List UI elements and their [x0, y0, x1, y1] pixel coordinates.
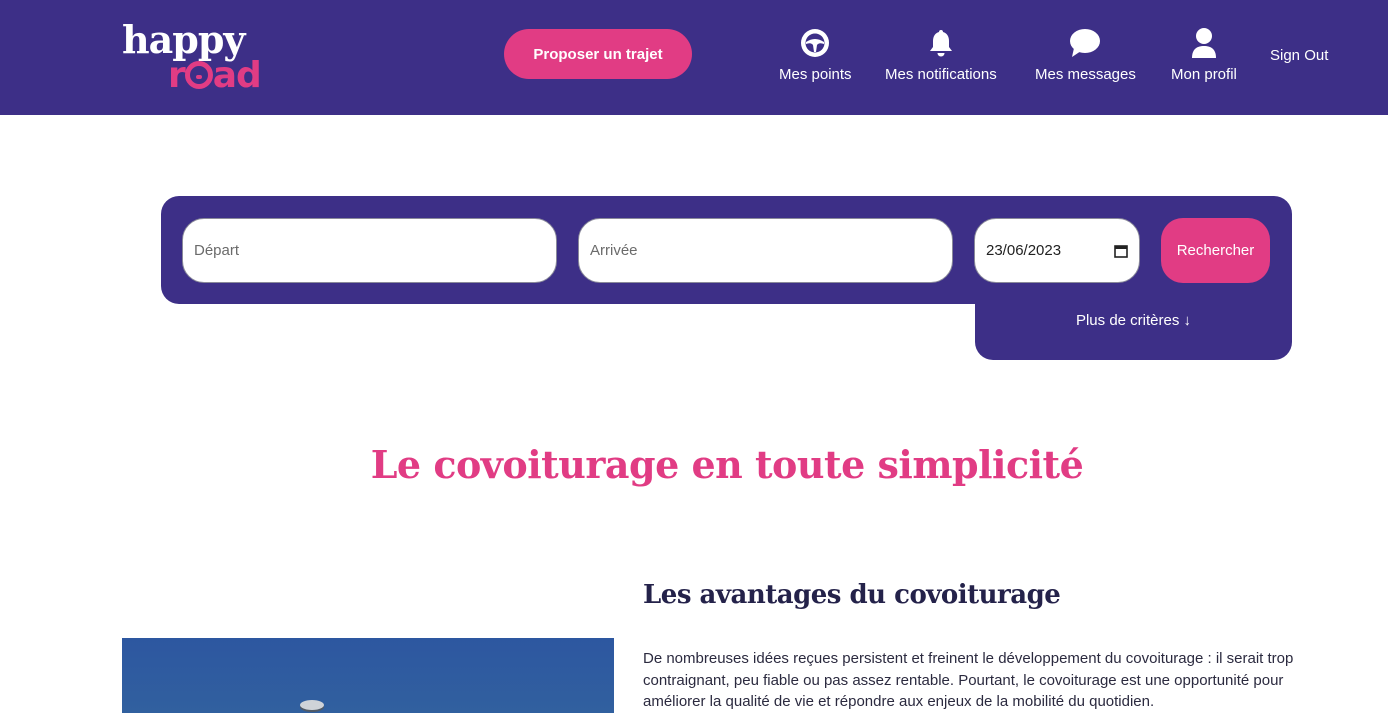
top-header: happy r ad Proposer un trajet Mes points … — [0, 0, 1388, 115]
page-title: Le covoiturage en toute simplicité — [370, 442, 1084, 487]
nav-mes-points[interactable]: Mes points — [779, 26, 852, 83]
more-criteria-toggle[interactable]: Plus de critères ↓ — [975, 312, 1292, 329]
search-button[interactable]: Rechercher — [1161, 218, 1270, 283]
date-value: 23/06/2023 — [986, 242, 1062, 259]
arrival-placeholder: Arrivée — [590, 242, 638, 259]
section-title: Les avantages du covoiturage — [643, 580, 1061, 610]
chat-bubble-icon — [1068, 26, 1102, 60]
nav-mes-notifications[interactable]: Mes notifications — [885, 26, 997, 83]
arrival-input[interactable]: Arrivée — [578, 218, 953, 283]
photo-object — [300, 700, 324, 710]
propose-trip-button[interactable]: Proposer un trajet — [504, 29, 692, 79]
bell-icon — [924, 26, 958, 60]
carpool-photo — [122, 638, 614, 713]
logo-text-road: r ad — [168, 55, 262, 96]
nav-label: Mes messages — [1035, 66, 1136, 83]
date-input[interactable]: 23/06/2023 — [974, 218, 1140, 283]
calendar-icon[interactable] — [1114, 244, 1128, 258]
logo-wheel-icon — [184, 61, 213, 89]
departure-input[interactable]: Départ — [182, 218, 557, 283]
steering-wheel-icon — [798, 26, 832, 60]
sign-out-link[interactable]: Sign Out — [1270, 47, 1328, 64]
departure-placeholder: Départ — [194, 242, 240, 259]
nav-label: Mes notifications — [885, 66, 997, 83]
user-icon — [1187, 26, 1221, 60]
nav-mon-profil[interactable]: Mon profil — [1171, 26, 1237, 83]
nav-mes-messages[interactable]: Mes messages — [1035, 26, 1136, 83]
nav-label: Mon profil — [1171, 66, 1237, 83]
happy-road-logo[interactable]: happy r ad — [122, 18, 262, 98]
nav-label: Mes points — [779, 66, 852, 83]
section-paragraph: De nombreuses idées reçues persistent et… — [643, 650, 1294, 710]
